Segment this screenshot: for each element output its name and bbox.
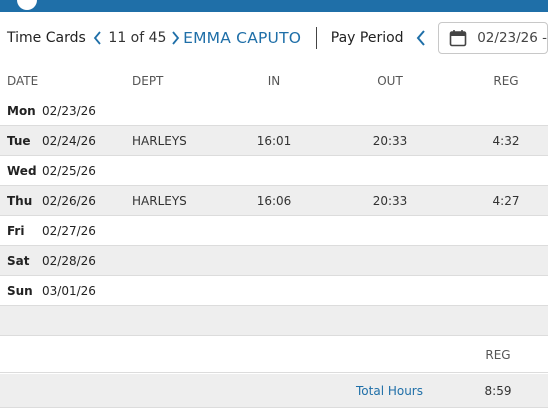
row-date: 03/01/26	[42, 283, 96, 298]
timecard-toolbar: Time Cards 11 of 45 EMMA CAPUTO Pay Peri…	[0, 12, 548, 64]
row-out: 20:33	[372, 193, 408, 208]
row-in	[246, 276, 302, 305]
row-in: 16:06	[256, 193, 292, 208]
employee-name-link[interactable]: EMMA CAPUTO	[183, 29, 301, 47]
row-date: 02/28/26	[42, 253, 96, 268]
row-reg: 4:27	[492, 193, 520, 208]
table-row[interactable]: Fri 02/27/26	[0, 216, 548, 246]
table-row[interactable]: Thu 02/26/26 HARLEYS 16:06 20:33 4:27	[0, 186, 548, 216]
row-dept: HARLEYS	[132, 193, 187, 208]
pay-period-label: Pay Period	[330, 30, 404, 46]
total-hours-label: Total Hours	[356, 383, 423, 398]
pay-period-date-picker[interactable]: 02/23/26 -	[438, 22, 548, 54]
row-reg	[478, 96, 534, 125]
grid-header-row: DATE DEPT IN OUT REG	[0, 66, 548, 96]
row-out	[362, 276, 418, 305]
column-header-out[interactable]: OUT	[362, 66, 418, 96]
row-day: Fri	[7, 223, 25, 238]
row-day: Thu	[7, 193, 33, 208]
row-reg: 4:32	[492, 133, 520, 148]
previous-period-button[interactable]	[416, 26, 427, 50]
next-employee-button[interactable]	[170, 26, 181, 50]
row-reg	[478, 216, 534, 245]
column-header-reg[interactable]: REG	[478, 66, 534, 96]
row-reg	[478, 276, 534, 305]
column-header-dept[interactable]: DEPT	[132, 66, 163, 96]
empty-grid-row	[0, 306, 548, 336]
column-header-date[interactable]: DATE	[7, 66, 38, 96]
page-title: Time Cards	[7, 30, 86, 46]
summary-header-row: REG	[0, 338, 548, 373]
row-out	[362, 156, 418, 185]
chevron-left-icon	[416, 30, 425, 46]
pay-period-date-value: 02/23/26 -	[477, 30, 548, 46]
row-out	[362, 246, 418, 275]
column-header-in[interactable]: IN	[246, 66, 302, 96]
row-in	[246, 246, 302, 275]
row-in: 16:01	[256, 133, 292, 148]
table-row[interactable]: Wed 02/25/26	[0, 156, 548, 186]
previous-employee-button[interactable]	[92, 26, 103, 50]
employee-counter: 11 of 45	[108, 30, 167, 46]
row-out	[362, 216, 418, 245]
row-date: 02/26/26	[42, 193, 96, 208]
row-reg	[478, 156, 534, 185]
row-day: Tue	[7, 133, 31, 148]
row-day: Sat	[7, 253, 30, 268]
row-date: 02/23/26	[42, 103, 96, 118]
table-row[interactable]: Tue 02/24/26 HARLEYS 16:01 20:33 4:32	[0, 126, 548, 156]
row-date: 02/27/26	[42, 223, 96, 238]
row-day: Wed	[7, 163, 37, 178]
app-header-bar	[0, 0, 548, 12]
table-row[interactable]: Sun 03/01/26	[0, 276, 548, 306]
chevron-left-icon	[93, 31, 101, 45]
row-date: 02/25/26	[42, 163, 96, 178]
calendar-icon	[449, 30, 467, 47]
row-dept: HARLEYS	[132, 133, 187, 148]
totals-row: Total Hours 8:59	[0, 374, 548, 408]
chevron-right-icon	[172, 31, 180, 45]
timecard-grid: DATE DEPT IN OUT REG Mon 02/23/26 Tue 02…	[0, 66, 548, 336]
row-reg	[478, 246, 534, 275]
table-row[interactable]: Mon 02/23/26	[0, 96, 548, 126]
row-date: 02/24/26	[42, 133, 96, 148]
header-logo	[17, 0, 37, 10]
table-row[interactable]: Sat 02/28/26	[0, 246, 548, 276]
row-out	[362, 96, 418, 125]
row-in	[246, 96, 302, 125]
toolbar-divider	[316, 27, 317, 49]
row-in	[246, 156, 302, 185]
row-in	[246, 216, 302, 245]
row-out: 20:33	[372, 133, 408, 148]
total-hours-value: 8:59	[484, 383, 512, 398]
row-day: Sun	[7, 283, 33, 298]
summary-header-reg: REG	[485, 348, 511, 362]
row-day: Mon	[7, 103, 36, 118]
